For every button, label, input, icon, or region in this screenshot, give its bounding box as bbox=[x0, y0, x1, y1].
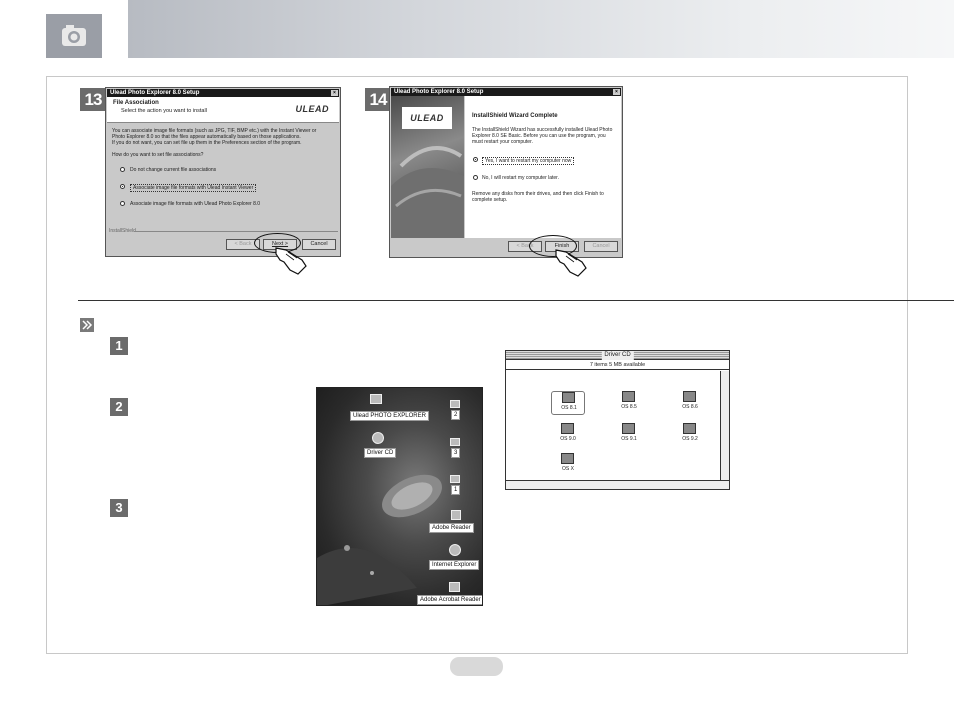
folder-item[interactable]: OS 8.5 bbox=[612, 391, 646, 415]
folder-icon[interactable] bbox=[449, 582, 460, 592]
cd-icon[interactable] bbox=[372, 432, 384, 444]
folder-label: OS 8.6 bbox=[682, 404, 698, 410]
vertical-scrollbar[interactable] bbox=[720, 371, 729, 480]
radio-restart-later[interactable] bbox=[473, 175, 478, 180]
folder-item[interactable]: OS 8.1 bbox=[551, 391, 585, 415]
dialog-header: File Association Select the action you w… bbox=[107, 97, 339, 123]
folder-icon bbox=[683, 423, 696, 434]
folder-icon bbox=[683, 391, 696, 402]
dialog-body-text: The InstallShield Wizard has successfull… bbox=[472, 127, 617, 145]
folder-label: OS X bbox=[562, 466, 574, 472]
dialog-subheading: Select the action you want to install bbox=[121, 108, 207, 114]
radio-option-1[interactable] bbox=[120, 167, 125, 172]
folder-icon bbox=[562, 392, 575, 403]
body-line: If you do not want, you can set file up … bbox=[112, 140, 302, 146]
option-label-1: Do not change current file associations bbox=[130, 167, 217, 173]
dialog-titlebar: Ulead Photo Explorer 8.0 Setup × bbox=[391, 88, 621, 96]
dialog-heading: File Association bbox=[113, 100, 159, 106]
close-icon[interactable]: × bbox=[331, 90, 338, 96]
folder-icon[interactable] bbox=[370, 394, 382, 404]
dialog-titlebar: Ulead Photo Explorer 8.0 Setup × bbox=[107, 89, 339, 97]
dialog-title: Ulead Photo Explorer 8.0 Setup bbox=[110, 90, 200, 96]
restart-later-label: No, I will restart my computer later. bbox=[482, 175, 559, 181]
drive-icon[interactable] bbox=[450, 475, 460, 483]
header-gradient bbox=[128, 0, 954, 58]
window-titlebar: Driver CD bbox=[506, 351, 729, 360]
mac-desktop-screenshot: Ulead PHOTO EXPLORER Driver CD 2 3 1 Ado… bbox=[316, 387, 483, 606]
ulead-logo: ULEAD bbox=[402, 107, 452, 129]
drive-icon[interactable] bbox=[450, 438, 460, 446]
folder-icon bbox=[622, 391, 635, 402]
desktop-label[interactable]: Adobe Acrobat Reader bbox=[417, 595, 482, 605]
trash-icon[interactable] bbox=[451, 510, 461, 520]
close-icon[interactable]: × bbox=[613, 89, 620, 95]
restart-now-label: Yes, I want to restart my computer now bbox=[482, 157, 575, 165]
step-badge-14: 14 bbox=[365, 88, 391, 111]
install-complete-dialog: Ulead Photo Explorer 8.0 Setup × ULEAD I… bbox=[389, 86, 623, 258]
file-association-dialog: Ulead Photo Explorer 8.0 Setup × File As… bbox=[105, 87, 341, 257]
step-badge-13: 13 bbox=[80, 88, 106, 111]
drive-label: 3 bbox=[451, 448, 461, 458]
dialog-body-text: You can associate image file formats (su… bbox=[112, 128, 338, 146]
dialog-question: How do you want to set file associations… bbox=[112, 152, 204, 158]
folder-label: OS 9.1 bbox=[621, 436, 637, 442]
cancel-button[interactable]: Cancel bbox=[584, 241, 618, 252]
pointer-hand-icon bbox=[275, 247, 307, 275]
folder-item[interactable]: OS X bbox=[551, 453, 585, 477]
globe-icon[interactable] bbox=[449, 544, 461, 556]
drive-label: 1 bbox=[451, 485, 461, 495]
window-info-bar: 7 items 5 MB available bbox=[506, 361, 729, 370]
folder-item[interactable]: OS 9.2 bbox=[673, 423, 707, 447]
folder-item[interactable]: OS 8.6 bbox=[673, 391, 707, 415]
installshield-label: InstallShield bbox=[109, 228, 136, 234]
folder-icon bbox=[622, 423, 635, 434]
step-badge-2: 2 bbox=[110, 398, 128, 416]
desktop-label[interactable]: Driver CD bbox=[364, 448, 397, 458]
folder-label: OS 9.0 bbox=[560, 436, 576, 442]
desktop-label[interactable]: Adobe Reader bbox=[429, 523, 474, 533]
footer-line: complete setup. bbox=[472, 197, 508, 203]
drive-label: 2 bbox=[451, 410, 461, 420]
folder-label: OS 9.2 bbox=[682, 436, 698, 442]
footer-divider bbox=[134, 231, 338, 232]
folder-icon bbox=[561, 453, 574, 464]
driver-cd-window: Driver CD 7 items 5 MB available OS 8.1 … bbox=[505, 350, 730, 490]
folder-label: OS 8.1 bbox=[561, 405, 577, 411]
folder-item[interactable]: OS 9.1 bbox=[612, 423, 646, 447]
section-divider bbox=[78, 300, 954, 301]
option-label-2: Associate image file formats with Ulead … bbox=[130, 184, 257, 192]
window-title: Driver CD bbox=[601, 351, 634, 360]
body-line: must restart your computer. bbox=[472, 139, 533, 145]
page-number-pill bbox=[450, 657, 503, 676]
pointer-hand-icon bbox=[555, 249, 587, 277]
horizontal-scrollbar[interactable] bbox=[506, 480, 729, 489]
dialog-heading: InstallShield Wizard Complete bbox=[472, 113, 558, 119]
step-badge-1: 1 bbox=[110, 337, 128, 355]
dialog-title: Ulead Photo Explorer 8.0 Setup bbox=[394, 89, 484, 95]
ulead-logo: ULEAD bbox=[295, 104, 329, 114]
desktop-label[interactable]: Ulead PHOTO EXPLORER bbox=[350, 411, 429, 421]
step-badge-3: 3 bbox=[110, 499, 128, 517]
option-label-3: Associate image file formats with Ulead … bbox=[130, 201, 261, 207]
folder-icon bbox=[561, 423, 574, 434]
folder-label: OS 8.5 bbox=[621, 404, 637, 410]
drive-icon[interactable] bbox=[450, 400, 460, 408]
desktop-label[interactable]: Internet Explorer bbox=[429, 560, 480, 570]
double-chevron-icon bbox=[80, 318, 94, 332]
dialog-footer-text: Remove any disks from their drives, and … bbox=[472, 191, 617, 203]
radio-option-2[interactable] bbox=[120, 184, 125, 189]
radio-restart-now[interactable] bbox=[473, 157, 478, 162]
radio-option-3[interactable] bbox=[120, 201, 125, 206]
header-band bbox=[0, 0, 954, 58]
folder-item[interactable]: OS 9.0 bbox=[551, 423, 585, 447]
camera-icon bbox=[46, 14, 102, 58]
